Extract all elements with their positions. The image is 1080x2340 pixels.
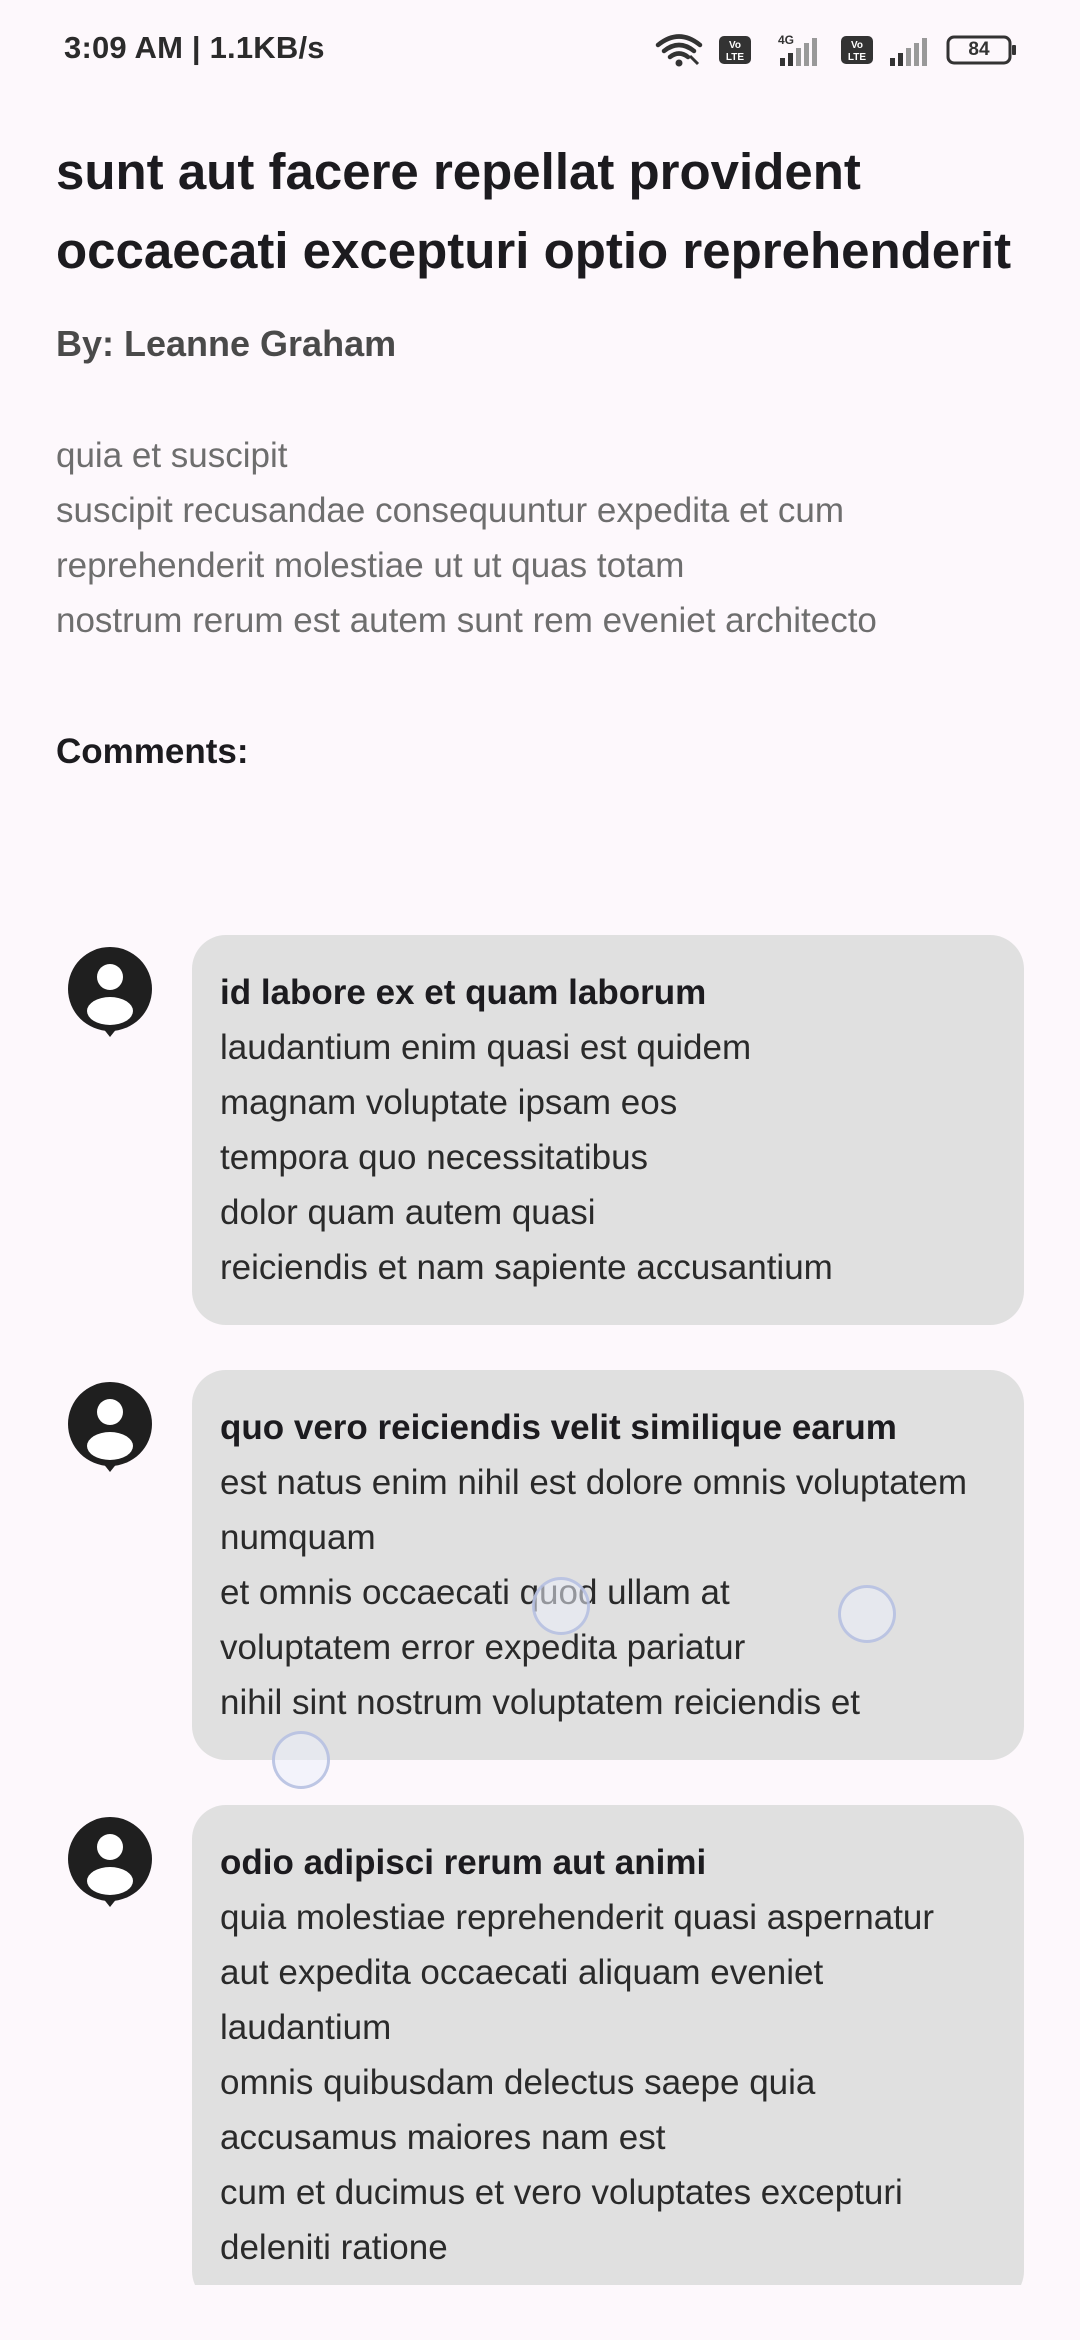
comments-heading: Comments: xyxy=(56,732,249,771)
post-body: quia et suscipit suscipit recusandae con… xyxy=(56,436,877,640)
svg-text:LTE: LTE xyxy=(726,52,744,63)
svg-text:Vo: Vo xyxy=(851,40,863,51)
comment-item: id labore ex et quam laborum laudantium … xyxy=(0,935,1080,1325)
comment-item: quo vero reiciendis velit similique earu… xyxy=(0,1370,1080,1760)
volte-icon: Vo LTE xyxy=(718,35,752,65)
status-bar: 3:09 AM | 1.1KB/s Vo LTE 4G Vo LTE 84 xyxy=(0,0,1080,100)
comment-body: laudantium enim quasi est quidem magnam … xyxy=(220,1028,833,1287)
comment-item: odio adipisci rerum aut animi quia moles… xyxy=(0,1805,1080,2285)
status-icons: Vo LTE 4G Vo LTE 84 xyxy=(654,28,1018,72)
comment-body: quia molestiae reprehenderit quasi asper… xyxy=(220,1898,935,2267)
comment-bubble: quo vero reiciendis velit similique earu… xyxy=(192,1370,1024,1760)
volte-icon-2: Vo LTE xyxy=(840,35,874,65)
comment-bubble: odio adipisci rerum aut animi quia moles… xyxy=(192,1805,1024,2285)
network-type-label: 4G xyxy=(778,33,794,47)
status-time-speed: 3:09 AM | 1.1KB/s xyxy=(64,30,325,65)
user-avatar-icon xyxy=(66,1815,154,1907)
wifi-icon xyxy=(654,32,704,68)
post-content: sunt aut facere repellat provident occae… xyxy=(56,132,1026,776)
user-avatar-icon xyxy=(66,1380,154,1472)
comment-name: odio adipisci rerum aut animi xyxy=(220,1843,707,1882)
user-avatar-icon xyxy=(66,945,154,1037)
comment-name: quo vero reiciendis velit similique earu… xyxy=(220,1408,897,1447)
battery-icon: 84 xyxy=(946,34,1018,66)
signal-icon xyxy=(888,32,932,68)
signal-4g-icon: 4G xyxy=(766,32,826,68)
svg-text:LTE: LTE xyxy=(848,52,866,63)
touch-indicator xyxy=(838,1585,896,1643)
comment-name: id labore ex et quam laborum xyxy=(220,973,707,1012)
svg-text:Vo: Vo xyxy=(729,40,741,51)
post-title: sunt aut facere repellat provident occae… xyxy=(56,143,1012,279)
touch-indicator xyxy=(532,1577,590,1635)
post-author: By: Leanne Graham xyxy=(56,323,397,364)
battery-level: 84 xyxy=(968,39,990,60)
touch-indicator xyxy=(272,1731,330,1789)
comment-bubble: id labore ex et quam laborum laudantium … xyxy=(192,935,1024,1325)
